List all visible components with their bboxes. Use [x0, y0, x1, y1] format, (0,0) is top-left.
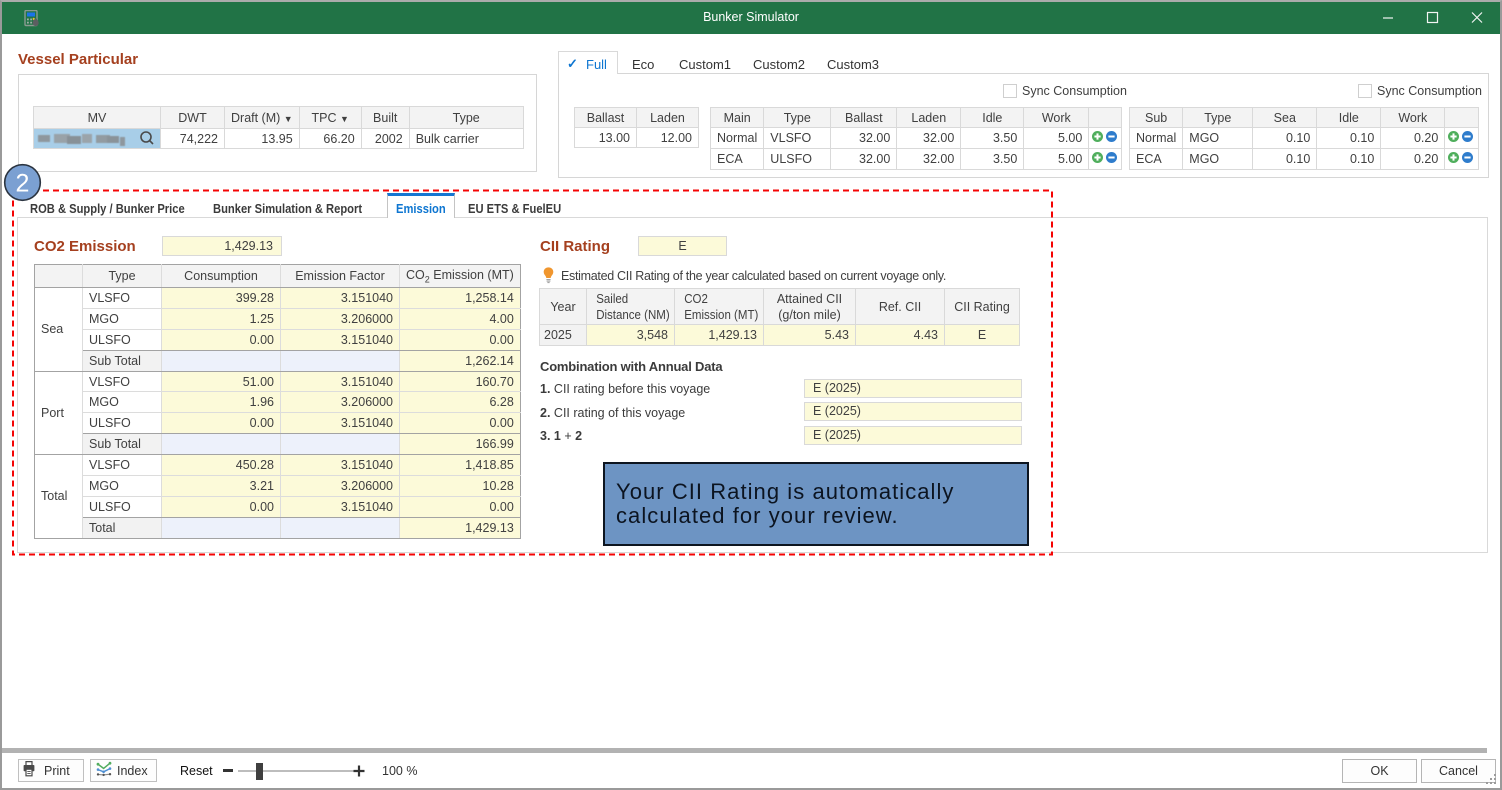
svg-text:2: 2 — [16, 170, 30, 198]
